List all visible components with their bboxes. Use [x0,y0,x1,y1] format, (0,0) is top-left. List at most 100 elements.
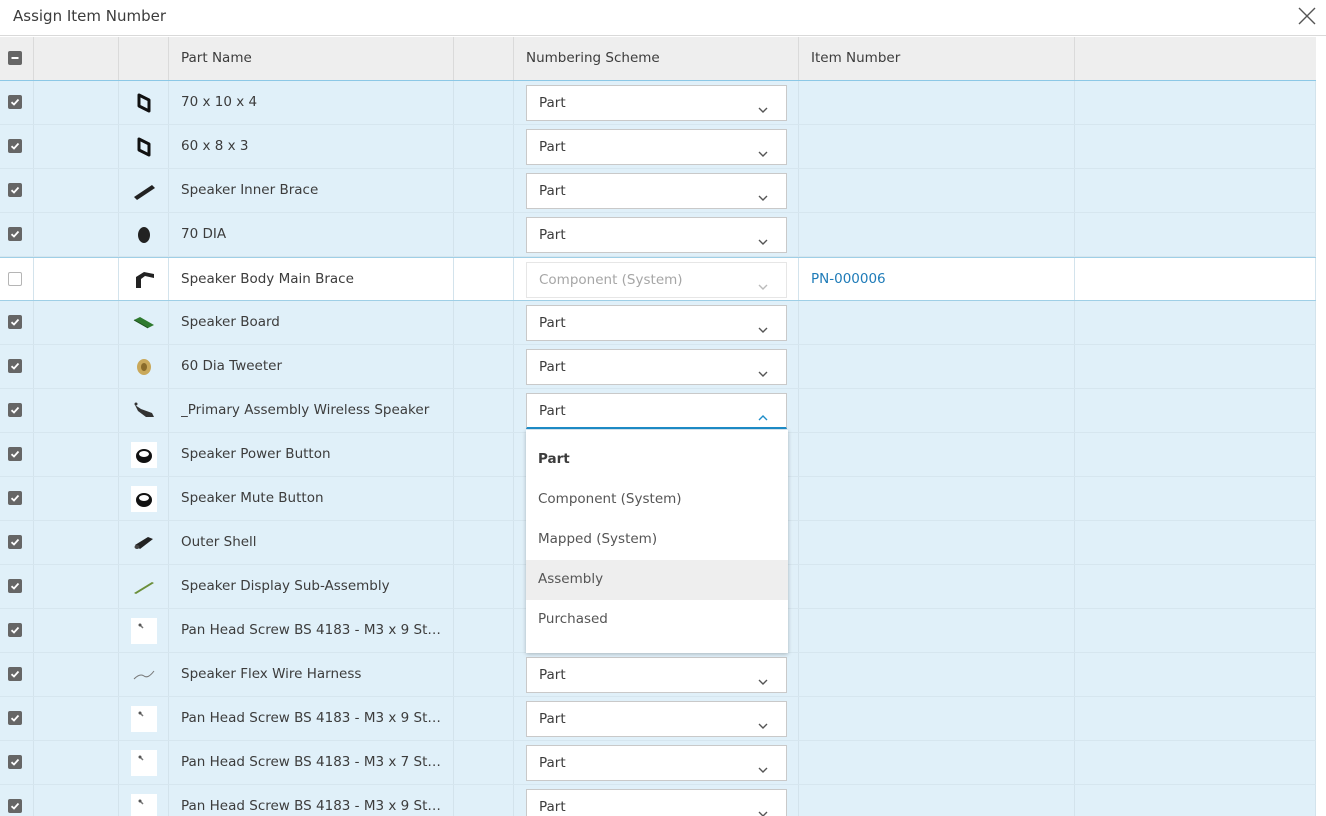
dropdown-option[interactable]: Purchased [526,600,788,640]
dropdown-option[interactable]: Assembly [526,560,788,600]
numbering-scheme-value: Part [539,183,566,199]
dialog-title: Assign Item Number [13,7,167,25]
table-row[interactable]: 70 DIA Part [0,213,1316,257]
chevron-down-icon [758,319,768,338]
brace-part-icon [131,178,157,204]
frame-part-icon [131,134,157,160]
item-number-link[interactable]: PN-000006 [811,271,886,287]
numbering-scheme-select[interactable]: Part [526,173,787,209]
chevron-up-icon [758,407,768,426]
row-checkbox[interactable] [8,183,22,197]
grid-header: Part Name Numbering Scheme Item Number [0,37,1316,81]
part-name: Pan Head Screw BS 4183 - M3 x 9 Stee… [181,798,443,814]
part-name: Pan Head Screw BS 4183 - M3 x 7 Stee… [181,754,443,770]
row-checkbox[interactable] [8,711,22,725]
header-col-7 [1075,37,1316,80]
header-col-1 [34,37,119,80]
numbering-scheme-value: Part [539,227,566,243]
numbering-scheme-select[interactable]: Part [526,745,787,781]
part-name: Pan Head Screw BS 4183 - M3 x 9 Stee… [181,622,443,638]
table-row[interactable]: Pan Head Screw BS 4183 - M3 x 7 Stee… Par… [0,741,1316,785]
table-row[interactable]: Speaker Inner Brace Part [0,169,1316,213]
row-checkbox[interactable] [8,799,22,813]
header-col-thumbnail [119,37,169,80]
part-name: 70 x 10 x 4 [181,94,258,110]
numbering-scheme-value: Part [539,711,566,727]
numbering-scheme-value: Part [539,403,566,419]
numbering-scheme-value: Part [539,667,566,683]
row-checkbox[interactable] [8,359,22,373]
chevron-down-icon [758,671,768,690]
table-row[interactable]: Pan Head Screw BS 4183 - M3 x 9 Stee… Par… [0,785,1316,816]
table-row[interactable]: 70 x 10 x 4 Part [0,81,1316,125]
numbering-scheme-select[interactable]: Part [526,349,787,385]
row-checkbox[interactable] [8,139,22,153]
part-name: 60 x 8 x 3 [181,138,249,154]
header-item-number-label: Item Number [811,50,901,66]
part-name: Pan Head Screw BS 4183 - M3 x 9 Stee… [181,710,443,726]
part-name: Speaker Flex Wire Harness [181,666,362,682]
numbering-scheme-value: Part [539,755,566,771]
numbering-scheme-value: Part [539,95,566,111]
row-checkbox[interactable] [8,667,22,681]
chevron-down-icon [758,231,768,250]
table-row[interactable]: Speaker Board Part [0,301,1316,345]
dropdown-option[interactable]: Part [526,440,788,480]
screw-part-icon [131,618,157,644]
numbering-scheme-select[interactable]: Part [526,129,787,165]
select-all-checkbox[interactable] [8,51,22,65]
part-name: Speaker Display Sub-Assembly [181,578,390,594]
header-numbering-scheme-label: Numbering Scheme [526,50,660,66]
row-checkbox[interactable] [8,95,22,109]
dialog-titlebar: Assign Item Number [0,0,1326,36]
part-name: _Primary Assembly Wireless Speaker [181,402,430,418]
circuit-board-icon [131,310,157,336]
numbering-scheme-select[interactable]: Part [526,701,787,737]
assembly-icon [131,398,157,424]
numbering-scheme-select[interactable]: Part [526,393,787,429]
display-part-icon [131,574,157,600]
row-checkbox[interactable] [8,315,22,329]
numbering-scheme-value: Part [539,359,566,375]
table-row[interactable]: Pan Head Screw BS 4183 - M3 x 9 Stee… Par… [0,697,1316,741]
chevron-down-icon [758,363,768,382]
row-checkbox[interactable] [8,579,22,593]
table-row[interactable]: 60 x 8 x 3 Part [0,125,1316,169]
table-row[interactable]: _Primary Assembly Wireless Speaker Part [0,389,1316,433]
screw-part-icon [131,706,157,732]
header-item-number[interactable]: Item Number [799,37,1075,80]
row-checkbox[interactable] [8,227,22,241]
row-checkbox[interactable] [8,447,22,461]
numbering-scheme-select[interactable]: Part [526,789,787,816]
screw-part-icon [131,750,157,776]
header-numbering-scheme[interactable]: Numbering Scheme [514,37,799,80]
dropdown-option[interactable]: Mapped (System) [526,520,788,560]
table-row[interactable]: Speaker Body Main Brace Component (System… [0,257,1316,301]
row-checkbox[interactable] [8,491,22,505]
close-icon[interactable] [1296,5,1318,27]
numbering-scheme-select[interactable]: Part [526,305,787,341]
part-name: Outer Shell [181,534,257,550]
chevron-down-icon [758,187,768,206]
disc-part-icon [131,222,157,248]
row-checkbox[interactable] [8,272,22,286]
part-name: Speaker Body Main Brace [181,271,354,287]
tweeter-part-icon [131,354,157,380]
table-row[interactable]: Speaker Flex Wire Harness Part [0,653,1316,697]
numbering-scheme-select[interactable]: Part [526,85,787,121]
row-checkbox[interactable] [8,623,22,637]
header-part-name[interactable]: Part Name [169,37,454,80]
chevron-down-icon [758,715,768,734]
row-checkbox[interactable] [8,755,22,769]
table-row[interactable]: 60 Dia Tweeter Part [0,345,1316,389]
header-col-4 [454,37,514,80]
numbering-scheme-select[interactable]: Part [526,657,787,693]
row-checkbox[interactable] [8,403,22,417]
row-checkbox[interactable] [8,535,22,549]
numbering-scheme-select[interactable]: Part [526,217,787,253]
chevron-down-icon [758,759,768,778]
dropdown-option[interactable]: Component (System) [526,480,788,520]
part-name: Speaker Mute Button [181,490,324,506]
screw-part-icon [131,794,157,816]
numbering-scheme-value: Part [539,799,566,815]
